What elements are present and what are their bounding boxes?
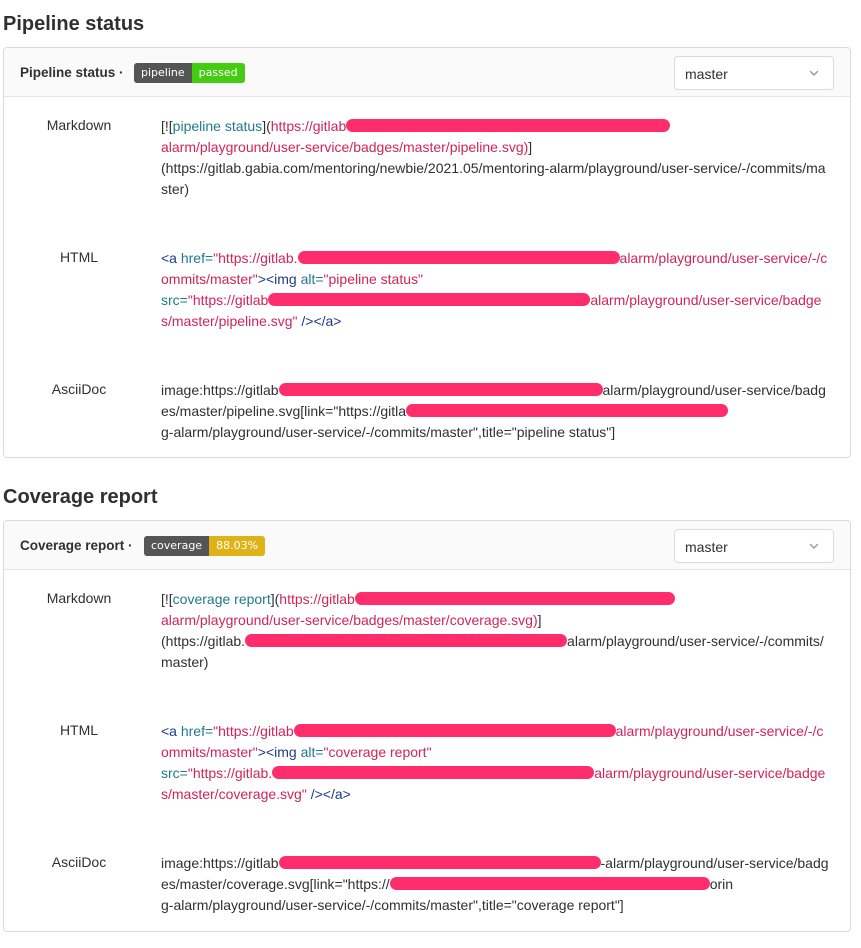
md-punct: ](	[262, 118, 271, 134]
asciidoc-text: g-alarm/playground/user-service/-/commit…	[161, 897, 624, 913]
html-alt-value: "coverage report"	[323, 744, 432, 760]
md-image-url-start: https://gitlab	[279, 591, 355, 607]
chevron-down-icon	[809, 70, 819, 76]
coverage-branch-select[interactable]: master	[674, 529, 834, 563]
html-tag: <a	[161, 723, 181, 739]
md-punct: ](	[270, 591, 280, 607]
asciidoc-text: g-alarm/playground/user-service/-/commit…	[161, 424, 616, 440]
pipeline-card-header: Pipeline status · pipeline passed master	[4, 48, 850, 97]
html-src-start: "https://gitlab.	[187, 765, 273, 781]
md-alt-text: pipeline status	[172, 118, 263, 134]
html-attr: href=	[180, 250, 214, 266]
markdown-label: Markdown	[46, 590, 112, 606]
pipeline-card-title: Pipeline status ·	[20, 65, 124, 80]
pipeline-branch-select[interactable]: master	[674, 56, 834, 90]
html-tag: ><img	[257, 271, 301, 287]
html-attr: src=	[161, 292, 188, 308]
redaction-mark	[389, 877, 710, 890]
redaction-mark	[346, 119, 671, 132]
redaction-mark	[406, 404, 729, 417]
asciidoc-text: image:https://gitlab	[161, 855, 279, 871]
html-label: HTML	[59, 249, 99, 265]
md-link-url-start: (https://gitlab.	[161, 633, 246, 649]
coverage-badge: coverage 88.03%	[144, 536, 266, 556]
pipeline-html-snippet[interactable]: <a href="https://gitlab. alarm/playground…	[161, 248, 831, 332]
coverage-card-title: Coverage report ·	[20, 538, 133, 553]
html-alt-value: "pipeline status"	[323, 271, 423, 287]
html-tag: /></a>	[306, 786, 351, 802]
html-label: HTML	[59, 722, 99, 738]
pipeline-section-title: Pipeline status	[3, 13, 145, 35]
html-attr: alt=	[300, 744, 324, 760]
redaction-mark	[278, 383, 603, 396]
html-src-start: "https://gitlab	[187, 292, 269, 308]
chevron-down-icon	[809, 543, 819, 549]
coverage-report-card: Coverage report · coverage 88.03% master…	[3, 520, 851, 932]
html-attr: src=	[161, 765, 188, 781]
asciidoc-text: image:https://gitlab	[161, 382, 279, 398]
coverage-markdown-snippet[interactable]: [![coverage report](https://gitlab alarm…	[161, 589, 831, 673]
md-image-url-end: alarm/playground/user-service/badges/mas…	[161, 139, 529, 155]
coverage-section-title: Coverage report	[3, 486, 158, 508]
md-punct: [![	[161, 591, 173, 607]
pipeline-badge-value: passed	[191, 63, 245, 83]
md-link-url: (https://gitlab.gabia.com/mentoring/newb…	[161, 160, 826, 197]
redaction-mark	[297, 251, 620, 264]
html-attr: href=	[180, 723, 214, 739]
redaction-mark	[272, 766, 595, 779]
asciidoc-text: orin	[709, 876, 734, 892]
redaction-mark	[278, 856, 601, 869]
md-image-url-end: alarm/playground/user-service/badges/mas…	[161, 612, 538, 628]
coverage-badge-value: 88.03%	[209, 536, 266, 556]
redaction-mark	[268, 293, 591, 306]
md-alt-text: coverage report	[172, 591, 271, 607]
asciidoc-label: AsciiDoc	[51, 854, 107, 870]
redaction-mark	[245, 634, 568, 647]
md-punct: ]	[528, 139, 533, 155]
coverage-card-header: Coverage report · coverage 88.03% master	[4, 521, 850, 570]
html-href-start: "https://gitlab	[213, 723, 294, 739]
html-attr: alt=	[300, 271, 324, 287]
html-tag: /></a>	[297, 313, 342, 329]
md-punct: [![	[161, 118, 173, 134]
md-image-url-start: https://gitlab	[270, 118, 347, 134]
html-href-start: "https://gitlab.	[213, 250, 298, 266]
pipeline-badge-label: pipeline	[134, 63, 192, 83]
coverage-asciidoc-snippet[interactable]: image:https://gitlab -alarm/playground/us…	[161, 853, 831, 916]
redaction-mark	[354, 592, 675, 605]
pipeline-status-card: Pipeline status · pipeline passed master…	[3, 47, 851, 458]
pipeline-branch-value: master	[685, 66, 728, 82]
md-punct: ]	[537, 612, 542, 628]
coverage-badge-label: coverage	[144, 536, 210, 556]
pipeline-markdown-snippet[interactable]: [![pipeline status](https://gitlab alarm…	[161, 116, 831, 200]
html-tag: <a	[161, 250, 181, 266]
html-tag: ><img	[257, 744, 301, 760]
pipeline-badge: pipeline passed	[134, 63, 245, 83]
coverage-html-snippet[interactable]: <a href="https://gitlab alarm/playground/…	[161, 721, 831, 805]
redaction-mark	[293, 724, 616, 737]
coverage-branch-value: master	[685, 539, 728, 555]
pipeline-asciidoc-snippet[interactable]: image:https://gitlab alarm/playground/use…	[161, 380, 831, 443]
asciidoc-label: AsciiDoc	[51, 381, 107, 397]
markdown-label: Markdown	[46, 117, 112, 133]
